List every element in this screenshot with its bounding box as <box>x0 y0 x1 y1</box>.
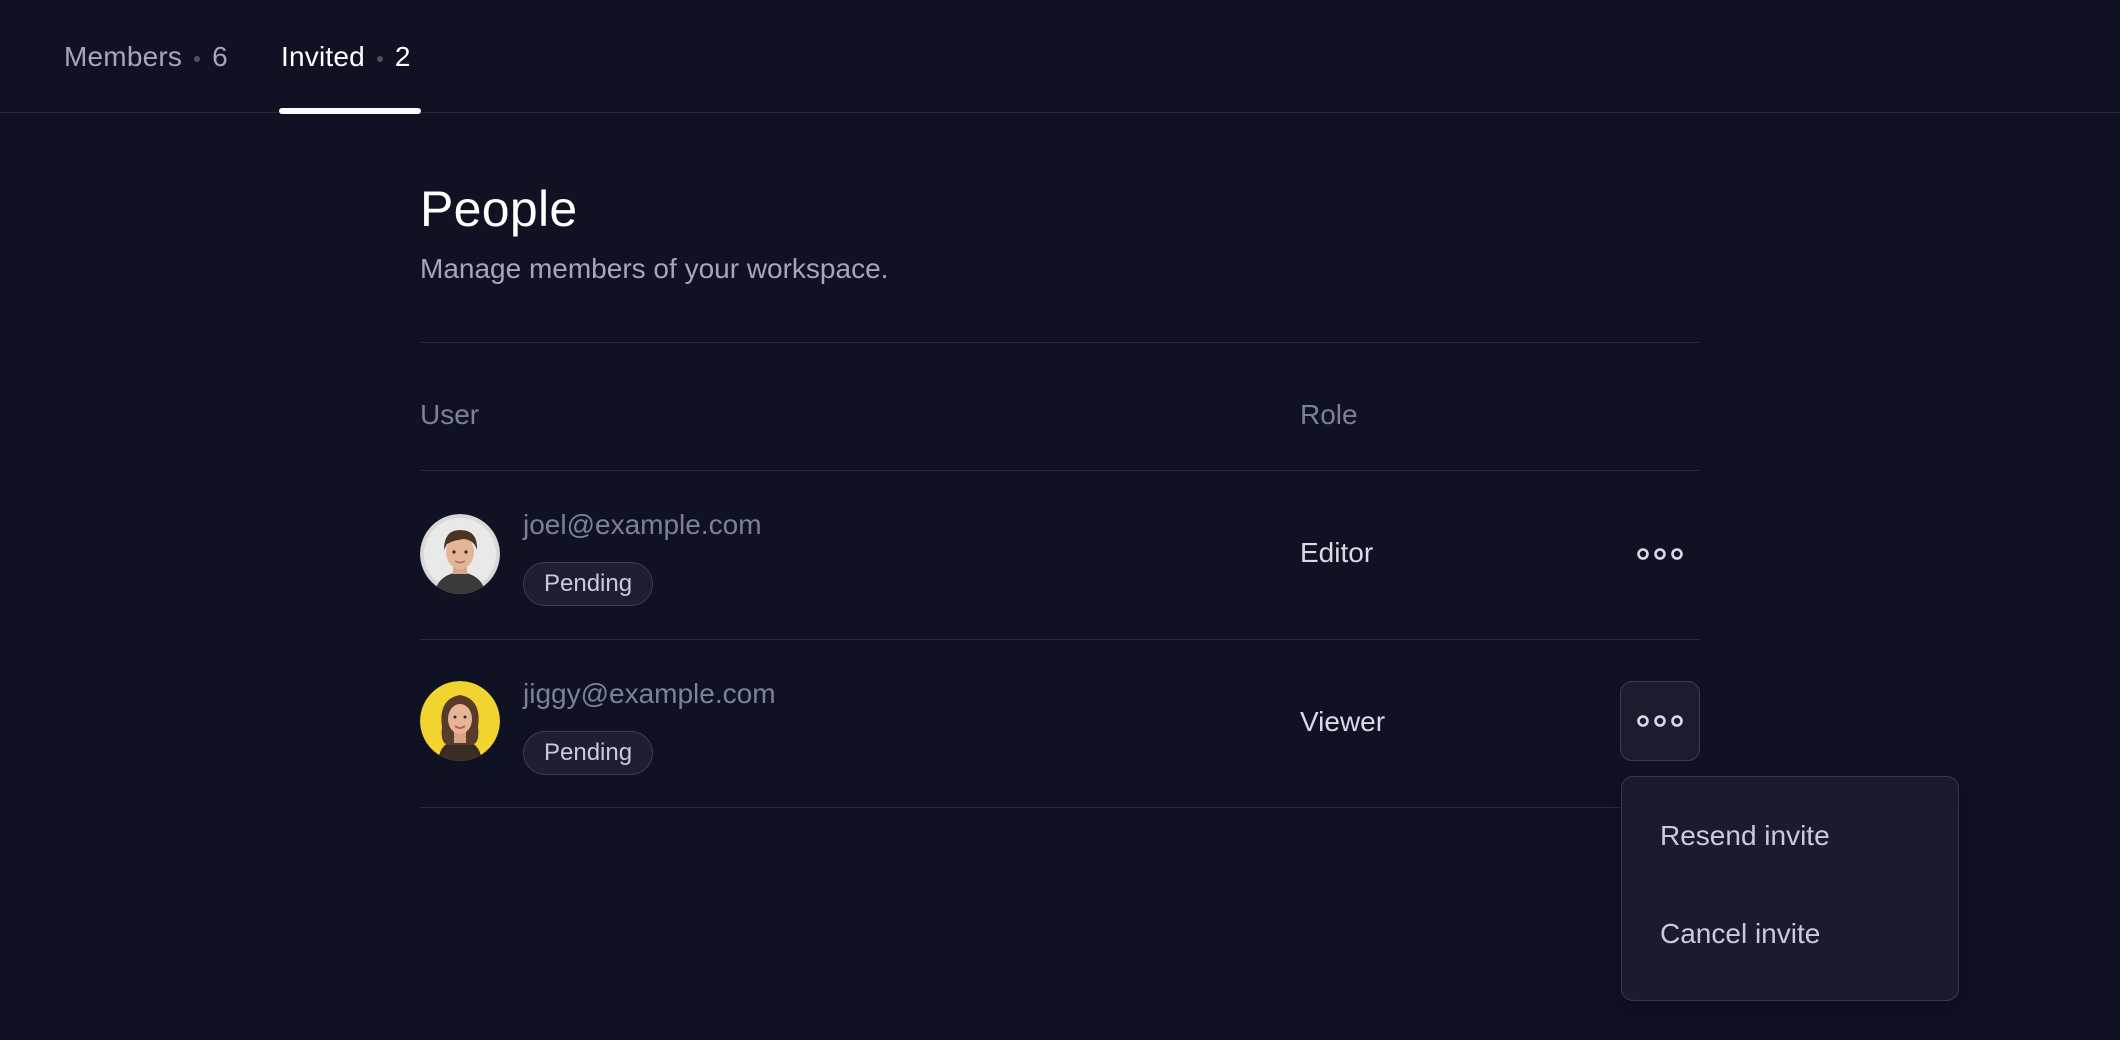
invitee-email: joel@example.com <box>523 509 762 540</box>
page-title: People <box>420 181 578 237</box>
more-horizontal-icon <box>1637 715 1683 727</box>
row-actions-button[interactable] <box>1620 681 1700 761</box>
status-badge: Pending <box>523 731 654 775</box>
status-badge: Pending <box>523 562 654 606</box>
menu-item-resend-invite[interactable]: Resend invite <box>1660 820 1830 852</box>
tab-invited-count: 2 <box>394 40 411 72</box>
tab-invited[interactable]: Invited 2 <box>281 0 411 113</box>
table-row: joel@example.com Pending Editor <box>420 471 1700 638</box>
invitee-email: jiggy@example.com <box>523 678 776 709</box>
tab-separator-dot <box>194 55 201 62</box>
row-divider <box>420 807 1700 808</box>
invitee-role: Editor <box>1300 537 1374 568</box>
tab-separator-dot <box>376 55 383 62</box>
tab-members[interactable]: Members 6 <box>64 0 228 113</box>
avatar-man-icon <box>420 514 500 594</box>
row-actions-menu: Resend invite Cancel invite <box>1621 776 1959 1001</box>
active-tab-indicator <box>279 108 421 114</box>
invitee-role: Viewer <box>1300 706 1386 737</box>
header-divider <box>420 342 1700 343</box>
column-header-role: Role <box>1300 399 1358 430</box>
table-row: jiggy@example.com Pending Viewer <box>420 640 1700 807</box>
tab-members-count: 6 <box>212 40 228 72</box>
menu-item-cancel-invite[interactable]: Cancel invite <box>1660 918 1820 950</box>
tab-bar: Members 6 Invited 2 <box>0 0 2120 114</box>
more-horizontal-icon <box>1637 548 1683 560</box>
tab-members-label: Members <box>64 40 183 72</box>
row-actions-button[interactable] <box>1620 514 1700 594</box>
column-header-user: User <box>420 399 480 430</box>
page-subtitle: Manage members of your workspace. <box>420 253 889 284</box>
tab-invited-label: Invited <box>281 40 365 72</box>
avatar-woman-icon <box>420 681 500 761</box>
